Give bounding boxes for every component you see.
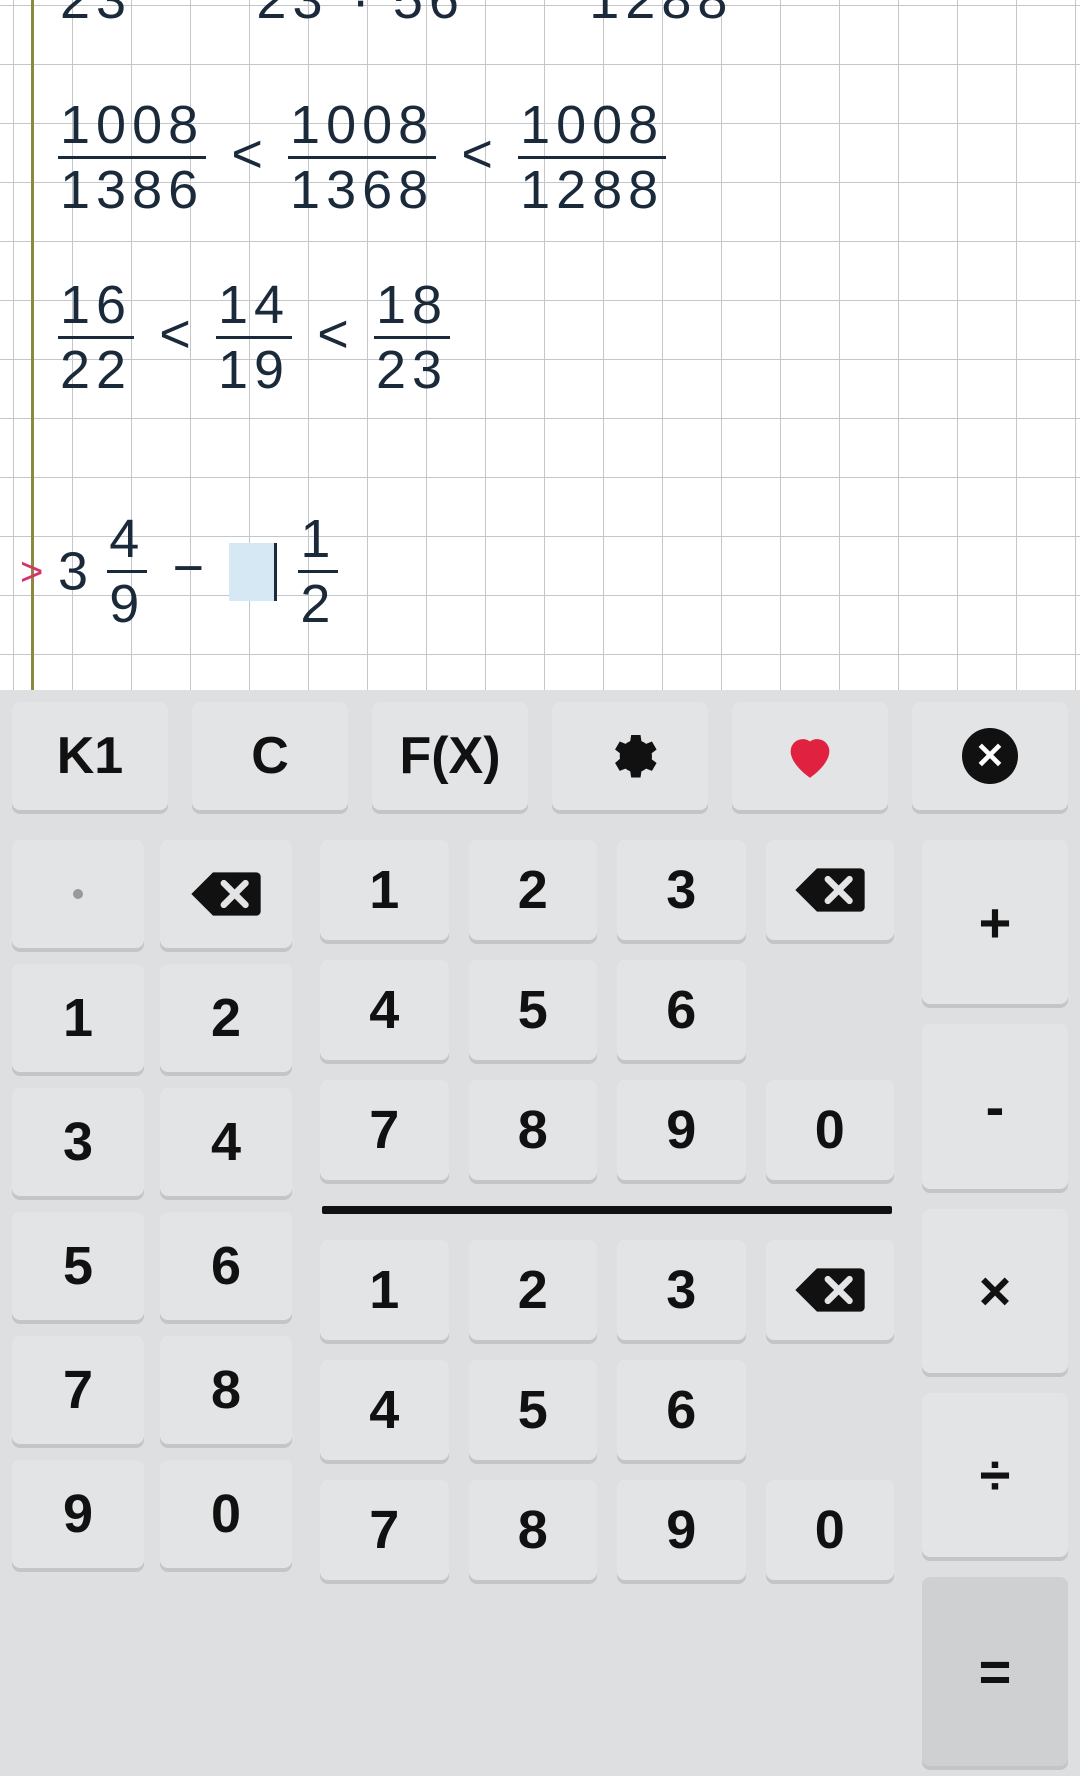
fraction-bar [322,1206,892,1214]
den-3-button[interactable]: 3 [617,1240,746,1340]
decimal-point-button[interactable] [12,840,144,948]
fraction: 18 23 [376,278,448,397]
whole-7-button[interactable]: 7 [12,1336,144,1444]
multiply-button[interactable]: × [922,1209,1068,1373]
plus-button[interactable]: + [922,840,1068,1004]
den-5-button[interactable]: 5 [469,1360,598,1460]
whole-8-button[interactable]: 8 [160,1336,292,1444]
calc-row-partial: 23 23 · 56 1288 [60,0,733,31]
den-8-button[interactable]: 8 [469,1480,598,1580]
dot-icon [73,889,83,899]
input-cursor[interactable] [229,543,277,601]
operators-column: + - × ÷ = [922,840,1068,1766]
less-than: < [455,123,499,185]
backspace-icon [190,868,262,920]
den-4-button[interactable]: 4 [320,1360,449,1460]
den-7-button[interactable]: 7 [320,1480,449,1580]
num-7-button[interactable]: 7 [320,1080,449,1180]
fraction[interactable]: 4 9 [109,512,145,631]
den-0-button[interactable]: 0 [766,1480,895,1580]
term-c: 56 [393,0,465,30]
num-4-button[interactable]: 4 [320,960,449,1060]
num-backspace-button[interactable] [766,840,895,940]
calc-row-1: 1008 1386 < 1008 1368 < 1008 1288 [56,98,668,217]
dot-op: · [352,0,370,30]
whole-6-button[interactable]: 6 [160,1212,292,1320]
minus-op: − [166,537,210,599]
equals-button[interactable]: = [922,1577,1068,1766]
keypad: K1 C F(X) ✕ 1 2 3 4 5 6 7 [0,690,1080,1776]
num-9-button[interactable]: 9 [617,1080,746,1180]
function-button[interactable]: F(X) [372,702,528,810]
less-than: < [311,303,355,365]
num-1-button[interactable]: 1 [320,840,449,940]
gear-icon [602,728,658,784]
whole-2-button[interactable]: 2 [160,964,292,1072]
whole-number-pad: 1 2 3 4 5 6 7 8 9 0 [12,840,292,1766]
keyboard-layout-button[interactable]: K1 [12,702,168,810]
term-b: 23 [256,0,328,30]
whole-0-button[interactable]: 0 [160,1460,292,1568]
fraction: 16 22 [60,278,132,397]
num-3-button[interactable]: 3 [617,840,746,940]
fraction: 1008 1288 [520,98,664,217]
whole-9-button[interactable]: 9 [12,1460,144,1568]
backspace-button[interactable] [160,840,292,948]
num-5-button[interactable]: 5 [469,960,598,1060]
workspace: 23 23 · 56 1288 1008 1386 < 1008 1368 < … [0,0,1080,690]
numerator-pad: 1 2 3 4 5 6 7 8 9 0 [320,840,894,1180]
divide-button[interactable]: ÷ [922,1393,1068,1557]
den-9-button[interactable]: 9 [617,1480,746,1580]
close-icon: ✕ [962,728,1018,784]
input-row[interactable]: 3 4 9 − 1 2 [58,512,340,631]
heart-icon [781,727,839,785]
favorite-button[interactable] [732,702,888,810]
minus-button[interactable]: - [922,1024,1068,1188]
calc-row-2: 16 22 < 14 19 < 18 23 [56,278,452,397]
num-2-button[interactable]: 2 [469,840,598,940]
fraction: 14 19 [218,278,290,397]
fraction-pad: 1 2 3 4 5 6 7 8 9 0 1 2 [320,840,894,1766]
whole-5-button[interactable]: 5 [12,1212,144,1320]
fraction[interactable]: 1 2 [300,512,336,631]
backspace-icon [794,1264,866,1316]
backspace-icon [794,864,866,916]
prompt-marker: > [20,550,43,595]
den-1-button[interactable]: 1 [320,1240,449,1340]
toolbar: K1 C F(X) ✕ [12,702,1068,810]
fraction: 1008 1386 [60,98,204,217]
close-button[interactable]: ✕ [912,702,1068,810]
num-0-button[interactable]: 0 [766,1080,895,1180]
num-6-button[interactable]: 6 [617,960,746,1060]
whole-part[interactable]: 3 [58,542,88,602]
clear-button[interactable]: C [192,702,348,810]
num-8-button[interactable]: 8 [469,1080,598,1180]
den-backspace-button[interactable] [766,1240,895,1340]
term-d: 1288 [589,0,733,30]
less-than: < [225,123,269,185]
less-than: < [153,303,197,365]
denominator-pad: 1 2 3 4 5 6 7 8 9 0 [320,1240,894,1580]
fraction: 1008 1368 [290,98,434,217]
den-6-button[interactable]: 6 [617,1360,746,1460]
settings-button[interactable] [552,702,708,810]
lower-keypad: 1 2 3 4 5 6 7 8 9 0 1 2 3 4 5 [12,840,1068,1766]
den-2-button[interactable]: 2 [469,1240,598,1340]
whole-4-button[interactable]: 4 [160,1088,292,1196]
whole-3-button[interactable]: 3 [12,1088,144,1196]
term-a: 23 [60,0,132,30]
whole-1-button[interactable]: 1 [12,964,144,1072]
